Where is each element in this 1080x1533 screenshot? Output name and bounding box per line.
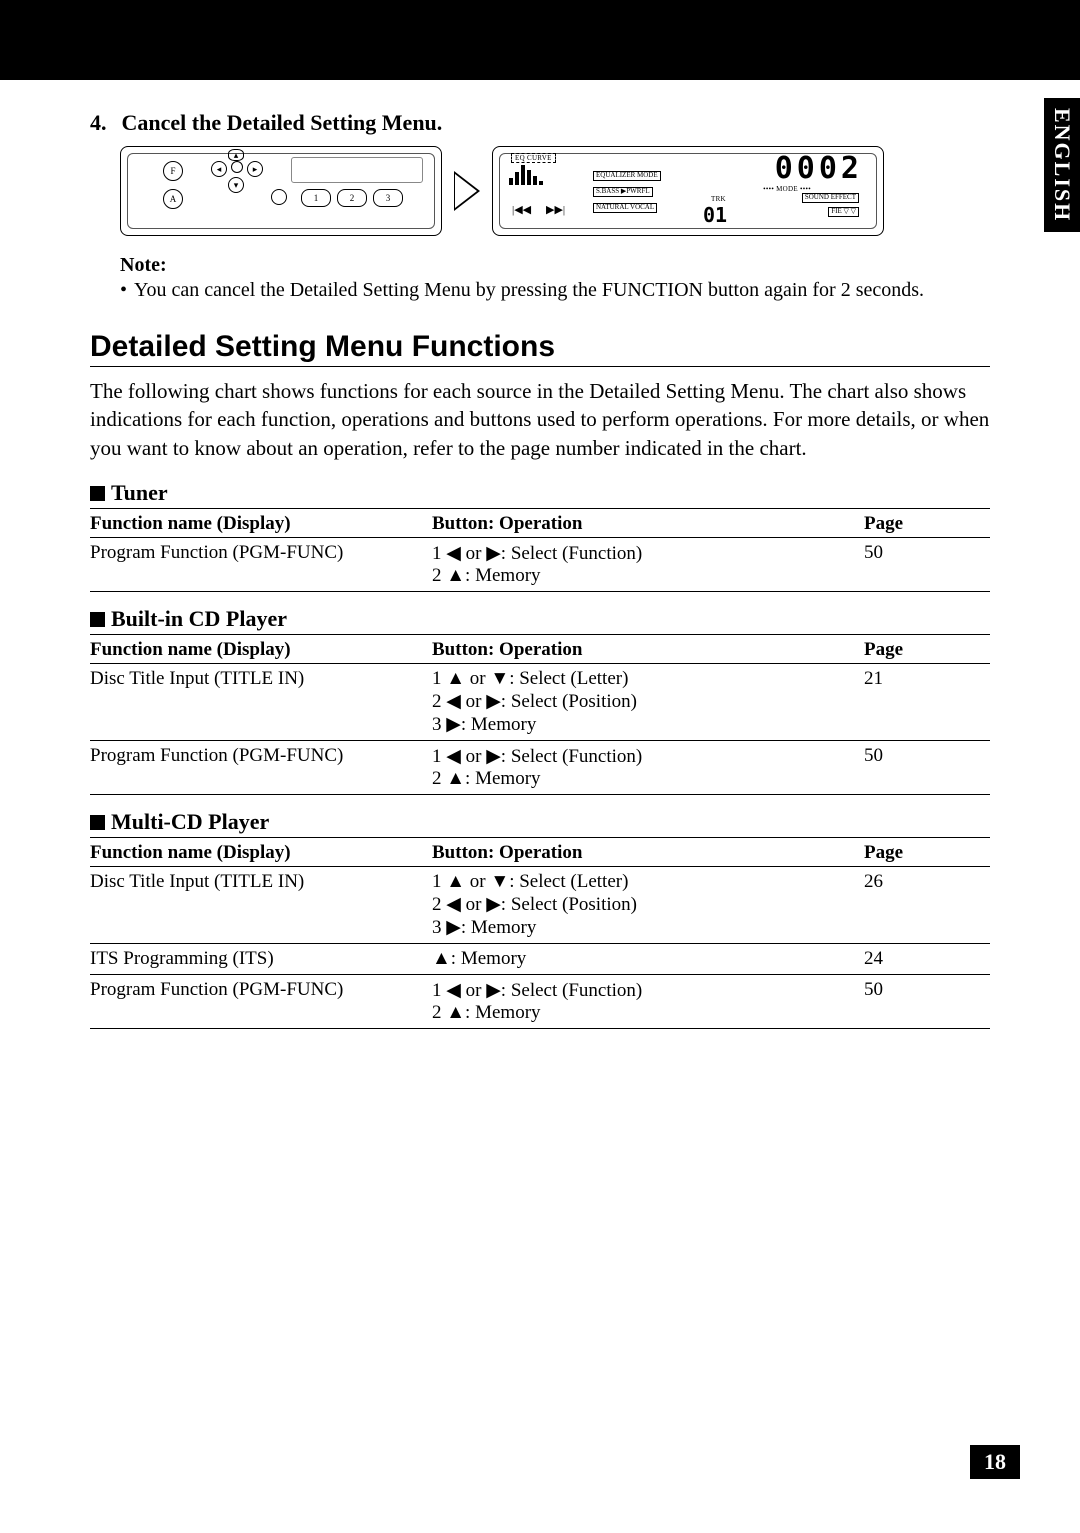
dpad-center (231, 161, 243, 173)
button-a: A (163, 189, 183, 209)
operation-line: 3 ▶: Memory (432, 713, 864, 736)
dpad-down: ▾ (228, 177, 244, 193)
col-function-name: Function name (Display) (90, 838, 432, 867)
col-page: Page (864, 635, 990, 664)
table-row: Program Function (PGM-FUNC)1 ◀ or ▶: Sel… (90, 975, 990, 1029)
cell-function-name: Program Function (PGM-FUNC) (90, 975, 432, 1029)
operation-line: 1 ◀ or ▶: Select (Function) (432, 542, 864, 565)
col-page: Page (864, 838, 990, 867)
operation-line: 2 ▲: Memory (432, 1002, 864, 1024)
step-heading: 4. Cancel the Detailed Setting Menu. (90, 110, 990, 136)
function-table: Function name (Display)Button: Operation… (90, 635, 990, 795)
function-table: Function name (Display)Button: Operation… (90, 838, 990, 1029)
function-tables: TunerFunction name (Display)Button: Oper… (90, 480, 990, 1029)
cell-page: 26 (864, 867, 990, 944)
prev-icon: |◀◀ (509, 203, 534, 216)
cell-operation: ▲: Memory (432, 944, 864, 975)
col-button-operation: Button: Operation (432, 838, 864, 867)
operation-line: 2 ◀ or ▶: Select (Position) (432, 690, 864, 713)
preset-1: 1 (301, 189, 331, 207)
col-function-name: Function name (Display) (90, 635, 432, 664)
section-intro: The following chart shows functions for … (90, 377, 990, 462)
subsection-heading: Tuner (90, 480, 990, 509)
trk-label: TRK (711, 195, 726, 203)
control-panel-diagram: F A ◂ ▸ ▴ ▾ 1 2 3 (120, 146, 442, 236)
cell-page: 50 (864, 975, 990, 1029)
button-f: F (163, 161, 183, 181)
table-row: Program Function (PGM-FUNC)1 ◀ or ▶: Sel… (90, 741, 990, 795)
preset-2: 2 (337, 189, 367, 207)
section-title: Detailed Setting Menu Functions (90, 330, 990, 367)
cell-operation: 1 ◀ or ▶: Select (Function)2 ▲: Memory (432, 741, 864, 795)
arrow-icon (454, 171, 480, 211)
cell-operation: 1 ▲ or ▼: Select (Letter)2 ◀ or ▶: Selec… (432, 664, 864, 741)
operation-line: 1 ◀ or ▶: Select (Function) (432, 745, 864, 768)
cell-page: 24 (864, 944, 990, 975)
equalizer-mode-label: EQUALIZER MODE (593, 171, 661, 181)
operation-line: 2 ◀ or ▶: Select (Position) (432, 893, 864, 916)
table-row: ITS Programming (ITS)▲: Memory24 (90, 944, 990, 975)
cell-operation: 1 ▲ or ▼: Select (Letter)2 ◀ or ▶: Selec… (432, 867, 864, 944)
diagram-row: F A ◂ ▸ ▴ ▾ 1 2 3 EQ CURVE (120, 146, 990, 236)
operation-line: 1 ◀ or ▶: Select (Function) (432, 979, 864, 1002)
cell-operation: 1 ◀ or ▶: Select (Function)2 ▲: Memory (432, 538, 864, 592)
operation-line: 1 ▲ or ▼: Select (Letter) (432, 871, 864, 893)
page-content: ENGLISH 4. Cancel the Detailed Setting M… (0, 80, 1080, 1059)
note-body: •You can cancel the Detailed Setting Men… (120, 279, 990, 302)
cell-page: 21 (864, 664, 990, 741)
col-page: Page (864, 509, 990, 538)
dpad-left: ◂ (211, 161, 227, 177)
mini-display (291, 157, 423, 183)
operation-line: 1 ▲ or ▼: Select (Letter) (432, 668, 864, 690)
mode-label: •••• MODE •••• (763, 185, 811, 193)
eq-curve-label: EQ CURVE (511, 153, 556, 163)
step-number: 4. (90, 110, 116, 136)
subsection-heading: Built-in CD Player (90, 606, 990, 635)
cell-operation: 1 ◀ or ▶: Select (Function)2 ▲: Memory (432, 975, 864, 1029)
cell-function-name: Program Function (PGM-FUNC) (90, 538, 432, 592)
cell-function-name: Program Function (PGM-FUNC) (90, 741, 432, 795)
next-icon: ▶▶| (543, 203, 568, 216)
aux-circle (271, 189, 287, 205)
page-number: 18 (970, 1445, 1020, 1479)
dpad-right: ▸ (247, 161, 263, 177)
operation-line: ▲: Memory (432, 948, 864, 970)
function-table: Function name (Display)Button: Operation… (90, 509, 990, 592)
preset-3: 3 (373, 189, 403, 207)
fie-label: FIE ▽ ▽ (828, 207, 859, 217)
cell-function-name: Disc Title Input (TITLE IN) (90, 867, 432, 944)
note-text: You can cancel the Detailed Setting Menu… (134, 279, 924, 301)
subsection-heading: Multi-CD Player (90, 809, 990, 838)
operation-line: 2 ▲: Memory (432, 565, 864, 587)
lcd-readout: 0002 (775, 151, 863, 186)
table-row: Disc Title Input (TITLE IN)1 ▲ or ▼: Sel… (90, 867, 990, 944)
note-heading: Note: (120, 254, 990, 277)
cell-page: 50 (864, 538, 990, 592)
operation-line: 2 ▲: Memory (432, 768, 864, 790)
col-button-operation: Button: Operation (432, 635, 864, 664)
header-black-bar (0, 0, 1080, 80)
sbass-label: S.BASS ▶PWRFL (593, 187, 653, 197)
cell-function-name: Disc Title Input (TITLE IN) (90, 664, 432, 741)
sound-effect-label: SOUND EFFECT (802, 193, 859, 203)
dpad-up: ▴ (228, 149, 244, 161)
col-button-operation: Button: Operation (432, 509, 864, 538)
cell-page: 50 (864, 741, 990, 795)
natural-vocal-label: NATURAL VOCAL (593, 203, 657, 213)
trk-number: 01 (703, 203, 727, 227)
col-function-name: Function name (Display) (90, 509, 432, 538)
step-text: Cancel the Detailed Setting Menu. (122, 110, 443, 135)
table-row: Program Function (PGM-FUNC)1 ◀ or ▶: Sel… (90, 538, 990, 592)
eq-bars (509, 163, 569, 185)
operation-line: 3 ▶: Memory (432, 916, 864, 939)
display-panel-diagram: EQ CURVE EQUALIZER MODE S.BASS ▶PWRFL NA… (492, 146, 884, 236)
language-tab: ENGLISH (1044, 98, 1080, 232)
table-row: Disc Title Input (TITLE IN)1 ▲ or ▼: Sel… (90, 664, 990, 741)
cell-function-name: ITS Programming (ITS) (90, 944, 432, 975)
